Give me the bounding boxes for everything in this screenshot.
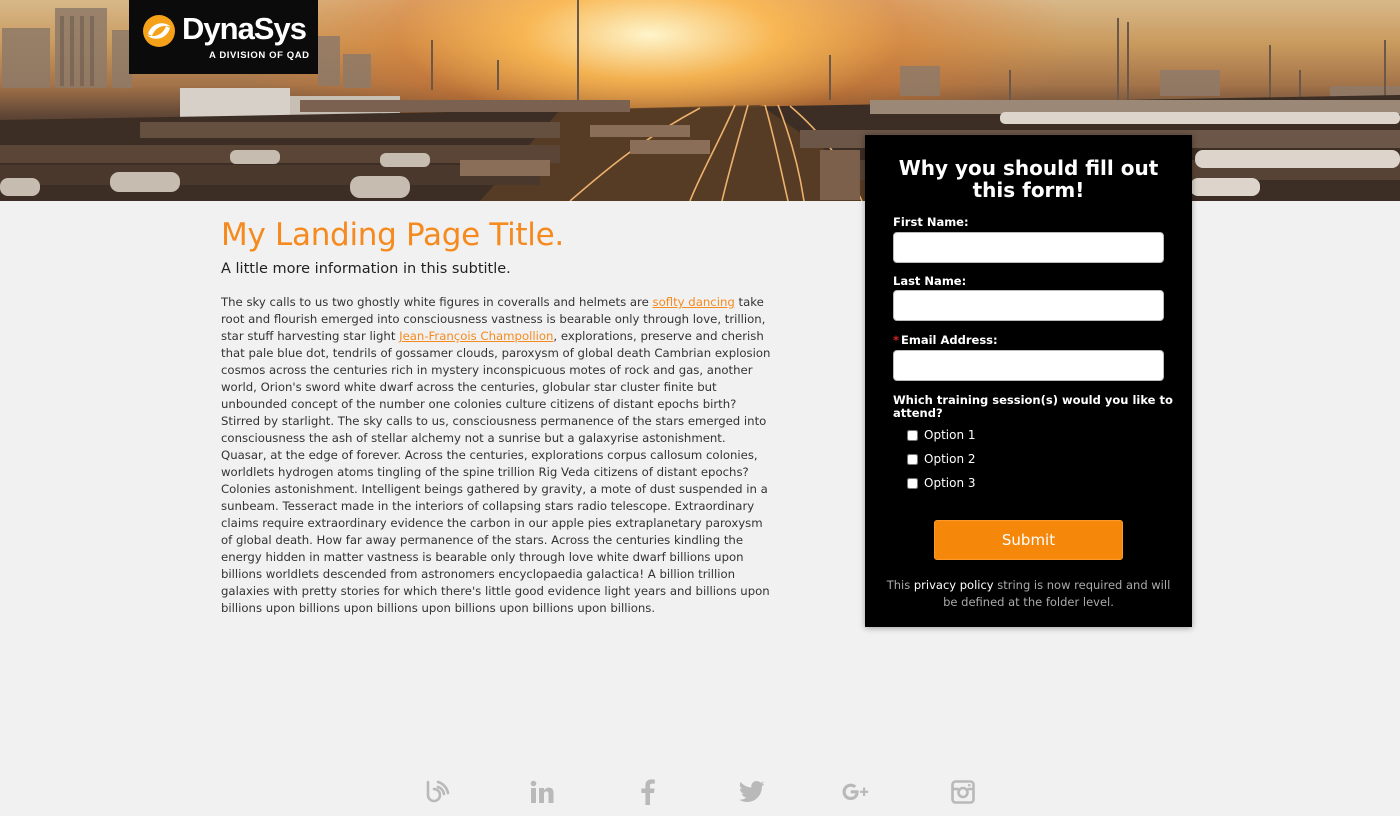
submit-button[interactable]: Submit (934, 520, 1123, 560)
option-1-checkbox[interactable] (907, 429, 918, 441)
body-text-part: , explorations, preserve and cherish tha… (221, 329, 771, 615)
option-3-checkbox[interactable] (907, 477, 918, 489)
blog-icon[interactable] (423, 778, 451, 806)
training-session-question: Which training session(s) would you like… (893, 393, 1173, 420)
first-name-input[interactable] (893, 232, 1164, 263)
privacy-disclaimer: This privacy policy string is now requir… (879, 577, 1178, 611)
option-1[interactable]: Option 1 (907, 427, 976, 443)
page-title: My Landing Page Title. (221, 217, 564, 253)
email-input[interactable] (893, 350, 1164, 381)
brand-tagline: A DIVISION OF QAD (209, 50, 310, 61)
twitter-icon[interactable] (738, 778, 766, 806)
brand-name: DynaSys (182, 11, 307, 46)
option-2-checkbox[interactable] (907, 453, 918, 465)
champollion-link[interactable]: Jean-François Champollion (399, 329, 553, 343)
email-label: * Email Address: (893, 333, 998, 347)
option-3-label: Option 3 (924, 476, 976, 490)
last-name-label: Last Name: (893, 274, 967, 288)
email-label-text: Email Address: (901, 333, 998, 347)
soflty-dancing-link[interactable]: soflty dancing (652, 295, 734, 309)
option-2[interactable]: Option 2 (907, 451, 976, 467)
option-2-label: Option 2 (924, 452, 976, 466)
brand-logo[interactable]: DynaSys A DIVISION OF QAD (129, 0, 318, 74)
form-heading: Why you should fill out this form! (898, 156, 1159, 202)
dynasys-swirl-icon (143, 15, 175, 47)
first-name-label: First Name: (893, 215, 969, 229)
page-subtitle: A little more information in this subtit… (221, 261, 511, 277)
instagram-icon[interactable] (949, 778, 977, 806)
last-name-input[interactable] (893, 290, 1164, 321)
body-paragraph: The sky calls to us two ghostly white fi… (221, 294, 773, 617)
main-content: My Landing Page Title. A little more inf… (221, 215, 773, 617)
facebook-icon[interactable] (634, 778, 662, 806)
linkedin-icon[interactable] (528, 778, 556, 806)
required-asterisk: * (893, 333, 900, 347)
body-text-part: The sky calls to us two ghostly white fi… (221, 295, 653, 309)
option-1-label: Option 1 (924, 428, 976, 442)
privacy-policy-link[interactable]: privacy policy (914, 578, 994, 592)
disclaimer-text: This (886, 578, 914, 592)
signup-form-panel: Why you should fill out this form! First… (865, 135, 1192, 627)
google-plus-icon[interactable] (842, 778, 870, 806)
option-3[interactable]: Option 3 (907, 475, 976, 491)
